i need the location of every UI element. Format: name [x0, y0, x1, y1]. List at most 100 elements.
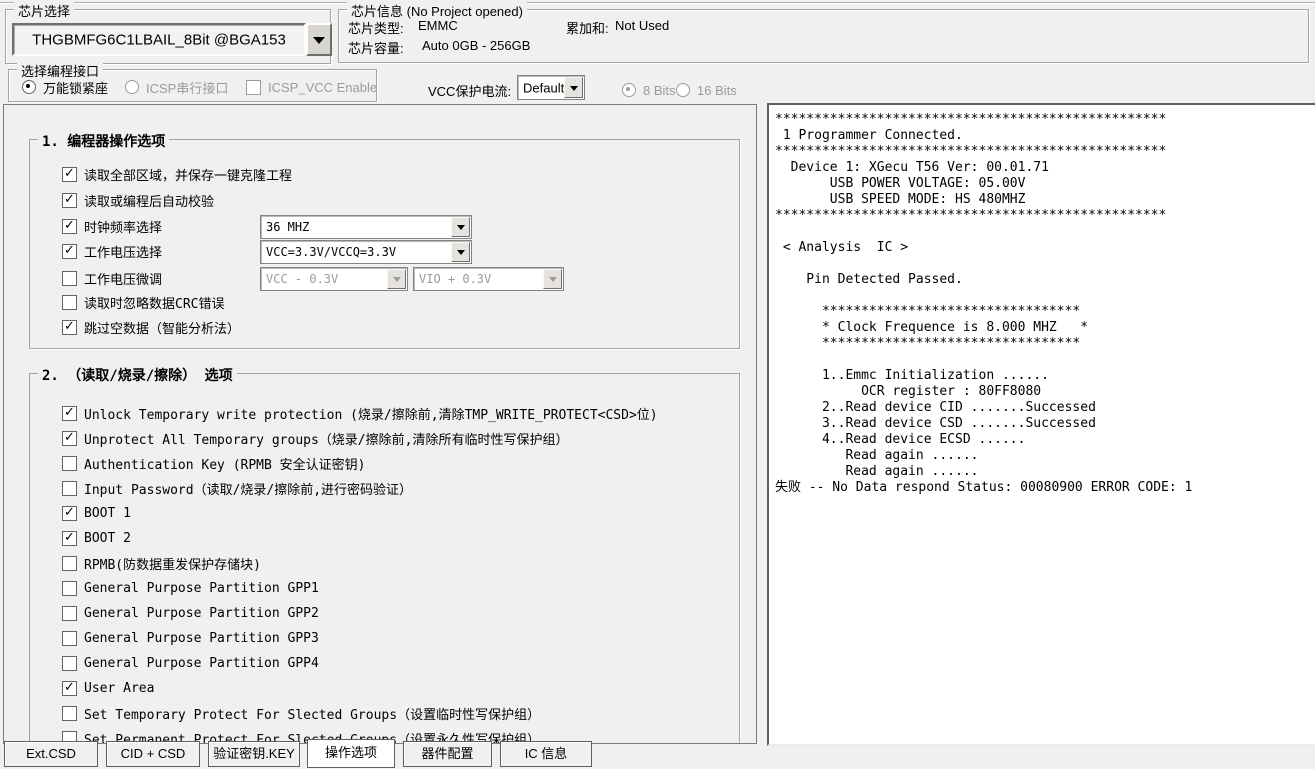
tab-ext-csd[interactable]: Ext.CSD [4, 741, 98, 767]
log-text: ****************************************… [775, 112, 1315, 496]
checkbox-row: User Area [62, 679, 154, 697]
work-voltage-combo-value: VCC=3.3V/VCCQ=3.3V [266, 245, 396, 259]
tab-ic-info[interactable]: IC 信息 [500, 741, 592, 767]
chip-select-value: THGBMFG6C1LBAIL_8Bit @BGA153 [14, 31, 304, 48]
vio-trim-combo-value: VIO + 0.3V [419, 272, 491, 286]
boot1-label[interactable]: BOOT 1 [84, 506, 131, 521]
read-all-checkbox[interactable] [62, 167, 77, 182]
auto-verify-checkbox[interactable] [62, 193, 77, 208]
unlock-tmp-wp-label[interactable]: Unlock Temporary write protection (烧录/擦除… [84, 404, 658, 423]
voltage-trim-checkbox[interactable] [62, 271, 77, 286]
unlock-tmp-wp-checkbox[interactable] [62, 406, 77, 421]
checkbox-row: BOOT 2 [62, 529, 131, 547]
gpp4-checkbox[interactable] [62, 656, 77, 671]
vcc-trim-combo[interactable]: VCC - 0.3V [260, 267, 408, 291]
auth-key-label[interactable]: Authentication Key (RPMB 安全认证密钥) [84, 454, 366, 473]
rpmb-checkbox[interactable] [62, 556, 77, 571]
auto-verify-label[interactable]: 读取或编程后自动校验 [84, 191, 214, 210]
vcc-current-dropdown-arrow-icon[interactable] [564, 77, 583, 98]
checkbox-row: Unprotect All Temporary groups（烧录/擦除前,清除… [62, 429, 568, 447]
clock-freq-combo[interactable]: 36 MHZ [260, 215, 472, 239]
icsp-radio[interactable] [125, 80, 139, 94]
tab-device-config[interactable]: 器件配置 [403, 741, 492, 767]
set-tmp-protect-checkbox[interactable] [62, 706, 77, 721]
checksum-value: Not Used [615, 18, 669, 33]
ignore-crc-checkbox[interactable] [62, 295, 77, 310]
work-voltage-combo[interactable]: VCC=3.3V/VCCQ=3.3V [260, 240, 472, 264]
chip-capacity-label: 芯片容量: [348, 38, 404, 57]
bits16-radio-row: 16 Bits [676, 81, 737, 99]
skip-blank-label[interactable]: 跳过空数据（智能分析法） [84, 318, 240, 337]
icsp-vcc-checkbox[interactable] [246, 80, 261, 95]
unprotect-groups-checkbox[interactable] [62, 431, 77, 446]
checkbox-row: RPMB(防数据重发保护存储块) [62, 554, 261, 572]
checkbox-row: 工作电压选择 [62, 242, 162, 260]
chip-select-display[interactable]: THGBMFG6C1LBAIL_8Bit @BGA153 [12, 23, 306, 56]
checkbox-row: 读取时忽略数据CRC错误 [62, 293, 224, 311]
gpp1-checkbox[interactable] [62, 581, 77, 596]
voltage-trim-label[interactable]: 工作电压微调 [84, 269, 162, 288]
set-tmp-protect-label[interactable]: Set Temporary Protect For Slected Groups… [84, 704, 540, 723]
work-voltage-label[interactable]: 工作电压选择 [84, 242, 162, 261]
unprotect-groups-label[interactable]: Unprotect All Temporary groups（烧录/擦除前,清除… [84, 429, 568, 448]
ignore-crc-label[interactable]: 读取时忽略数据CRC错误 [84, 293, 224, 312]
clock-freq-dropdown-arrow-icon[interactable] [451, 217, 470, 237]
input-password-checkbox[interactable] [62, 481, 77, 496]
chip-select-dropdown-button[interactable] [306, 23, 332, 56]
section2-title: 2. （读取/烧录/擦除） 选项 [38, 365, 237, 385]
section1-title: 1. 编程器操作选项 [38, 131, 169, 151]
socket-radio-label[interactable]: 万能锁紧座 [43, 78, 108, 97]
work-voltage-dropdown-arrow-icon[interactable] [451, 242, 470, 262]
gpp3-label[interactable]: General Purpose Partition GPP3 [84, 631, 319, 646]
gpp3-checkbox[interactable] [62, 631, 77, 646]
bits16-radio[interactable] [676, 83, 690, 97]
gpp2-label[interactable]: General Purpose Partition GPP2 [84, 606, 319, 621]
vio-trim-combo[interactable]: VIO + 0.3V [413, 267, 564, 291]
tab-verify-key[interactable]: 验证密钥.KEY [208, 741, 300, 767]
clock-freq-label[interactable]: 时钟频率选择 [84, 217, 162, 236]
options-panel: 1. 编程器操作选项 读取全部区域，并保存一键克隆工程 读取或编程后自动校验 时… [3, 104, 757, 744]
chip-info-group: 芯片信息 (No Project opened) 芯片类型: EMMC 累加和:… [338, 9, 1309, 63]
gpp2-checkbox[interactable] [62, 606, 77, 621]
clock-freq-combo-value: 36 MHZ [266, 220, 309, 234]
chip-select-group: 芯片选择 THGBMFG6C1LBAIL_8Bit @BGA153 [5, 9, 331, 64]
tab-cid-csd[interactable]: CID + CSD [106, 741, 200, 767]
tab-operation-options[interactable]: 操作选项 [307, 739, 395, 768]
log-output-panel[interactable]: ****************************************… [767, 103, 1315, 746]
work-voltage-checkbox[interactable] [62, 244, 77, 259]
user-area-label[interactable]: User Area [84, 681, 154, 696]
checkbox-row: Input Password（读取/烧录/擦除前,进行密码验证） [62, 479, 412, 497]
gpp4-label[interactable]: General Purpose Partition GPP4 [84, 656, 319, 671]
checkbox-row: Authentication Key (RPMB 安全认证密钥) [62, 454, 366, 472]
checkbox-row: 读取全部区域，并保存一键克隆工程 [62, 165, 292, 183]
auth-key-checkbox[interactable] [62, 456, 77, 471]
skip-blank-checkbox[interactable] [62, 320, 77, 335]
rpmb-label[interactable]: RPMB(防数据重发保护存储块) [84, 554, 261, 573]
interface-group: 选择编程接口 万能锁紧座 ICSP串行接口 ICSP_VCC Enable [8, 69, 377, 102]
window-top-divider-highlight [0, 3, 1315, 4]
bits16-radio-label[interactable]: 16 Bits [697, 83, 737, 98]
vio-trim-dropdown-arrow-icon[interactable] [543, 269, 562, 289]
boot2-label[interactable]: BOOT 2 [84, 531, 131, 546]
vcc-current-combo[interactable]: Default [517, 75, 585, 100]
bits8-radio-label[interactable]: 8 Bits [643, 83, 676, 98]
gpp1-label[interactable]: General Purpose Partition GPP1 [84, 581, 319, 596]
socket-radio[interactable] [22, 80, 36, 94]
boot2-checkbox[interactable] [62, 531, 77, 546]
checkbox-row: General Purpose Partition GPP2 [62, 604, 319, 622]
checksum-label: 累加和: [566, 18, 609, 37]
vcc-trim-dropdown-arrow-icon[interactable] [387, 269, 406, 289]
icsp-radio-label[interactable]: ICSP串行接口 [146, 78, 228, 97]
bits8-radio[interactable] [622, 83, 636, 97]
input-password-label[interactable]: Input Password（读取/烧录/擦除前,进行密码验证） [84, 479, 412, 498]
chip-type-label: 芯片类型: [348, 18, 404, 37]
vcc-current-label: VCC保护电流: [428, 81, 511, 100]
read-all-label[interactable]: 读取全部区域，并保存一键克隆工程 [84, 165, 292, 184]
vcc-trim-combo-value: VCC - 0.3V [266, 272, 338, 286]
boot1-checkbox[interactable] [62, 506, 77, 521]
icsp-vcc-checkbox-label[interactable]: ICSP_VCC Enable [268, 80, 377, 95]
checkbox-row: 时钟频率选择 [62, 217, 162, 235]
vcc-current-value: Default [523, 80, 564, 95]
user-area-checkbox[interactable] [62, 681, 77, 696]
clock-freq-checkbox[interactable] [62, 219, 77, 234]
